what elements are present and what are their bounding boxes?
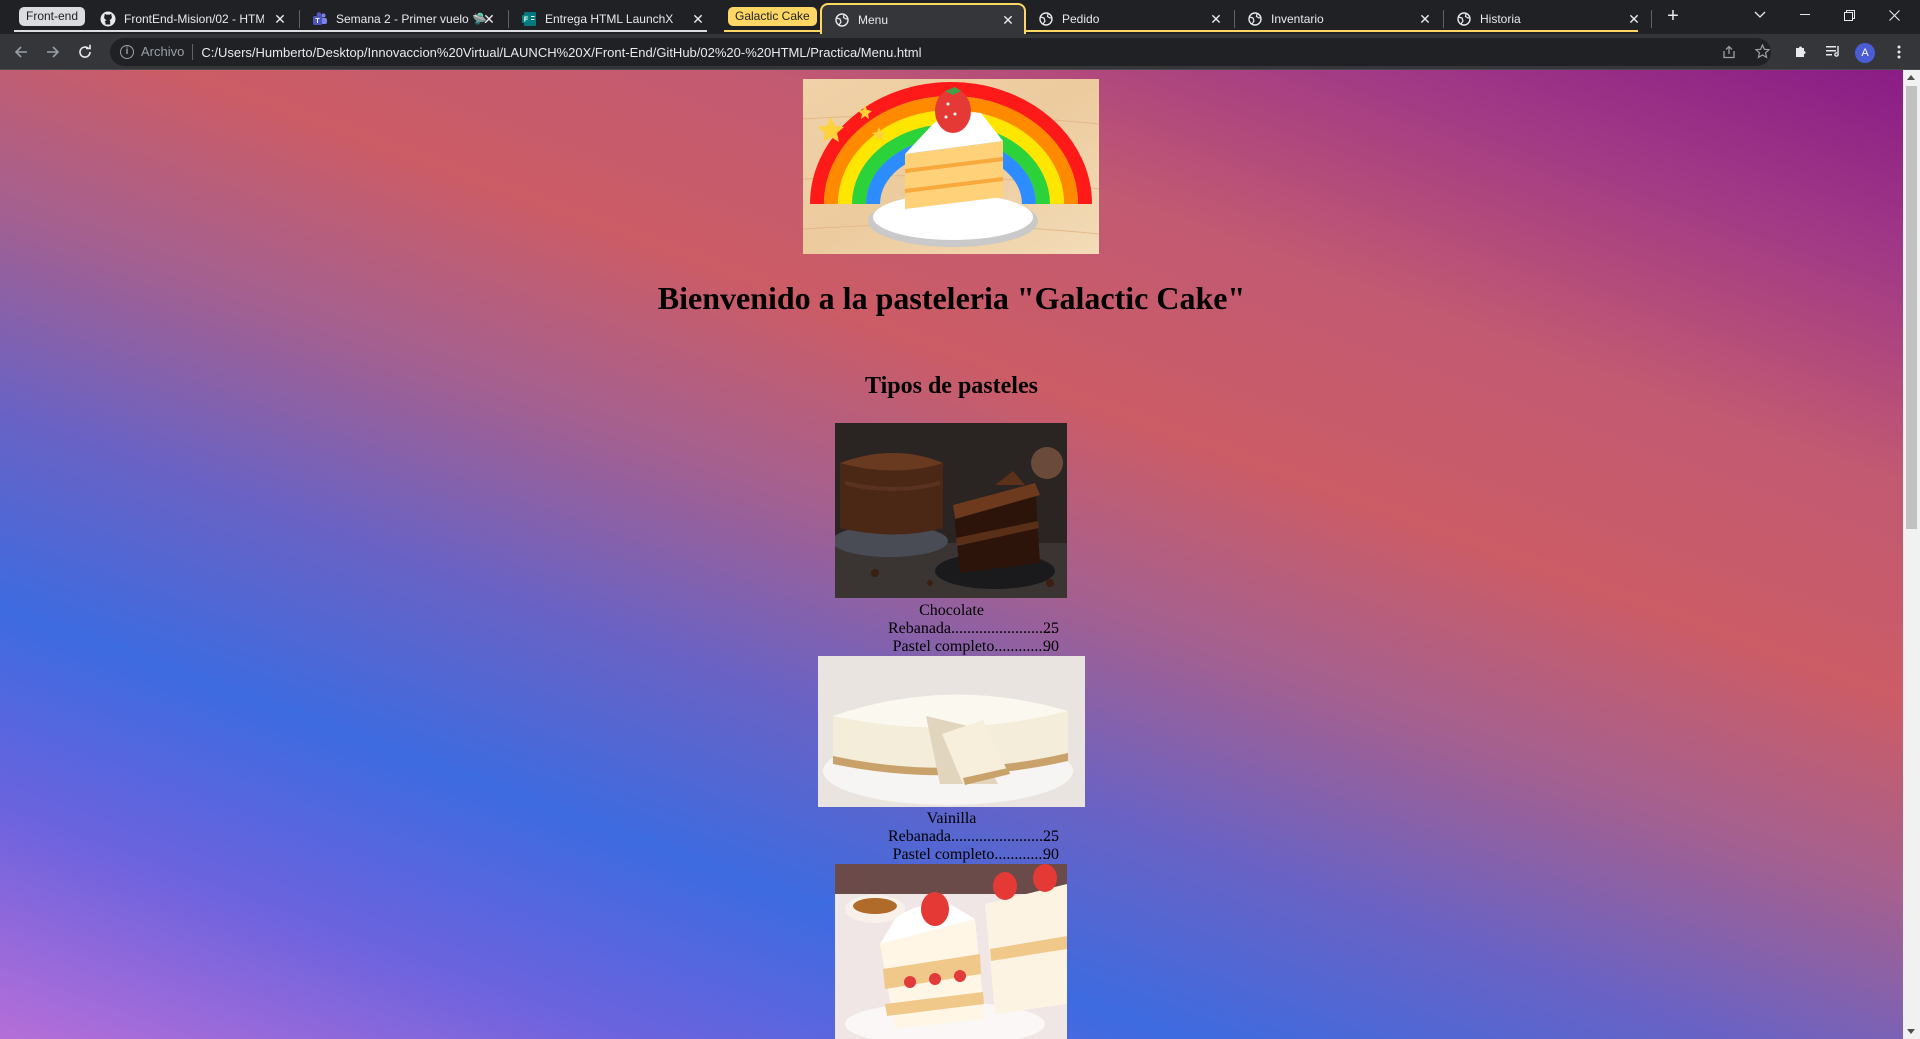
close-icon[interactable]: ✕: [1626, 11, 1642, 27]
price-value: 90: [1043, 846, 1059, 863]
close-icon[interactable]: ✕: [1000, 12, 1016, 28]
svg-text:T: T: [315, 18, 320, 25]
close-icon[interactable]: ✕: [1417, 11, 1433, 27]
price-row-pastel-completo: Pastel completo.............. 90: [884, 638, 1059, 656]
galactic-cake-logo: [802, 79, 1100, 254]
tab-frontend-mision[interactable]: FrontEnd-Mision/02 - HTML ✕: [88, 4, 296, 34]
strawberry-cake-image: [835, 864, 1067, 1039]
share-icon[interactable]: [1716, 39, 1742, 65]
bookmark-star-icon[interactable]: [1749, 39, 1775, 65]
tab-group-front-end[interactable]: Front-end: [19, 7, 86, 26]
teams-icon: T: [312, 11, 328, 27]
restore-icon[interactable]: [1827, 0, 1872, 30]
svg-text:F: F: [524, 17, 529, 24]
tab-title: Inventario: [1271, 12, 1324, 26]
scroll-up-arrow-icon[interactable]: [1907, 75, 1915, 80]
address-bar[interactable]: i Archivo C:/Users/Humberto/Desktop/Inno…: [110, 38, 1771, 66]
close-window-icon[interactable]: [1872, 0, 1917, 30]
reading-list-icon[interactable]: [1820, 39, 1846, 65]
profile-avatar[interactable]: A: [1855, 43, 1875, 63]
site-info-icon[interactable]: i: [120, 45, 134, 59]
globe-icon: [1038, 11, 1054, 27]
scheme-label: Archivo: [141, 44, 194, 60]
cake-name: Chocolate: [919, 602, 984, 619]
tab-historia[interactable]: Historia ✕: [1444, 4, 1650, 34]
vanilla-cake-image: [818, 656, 1085, 807]
price-label: Rebanada: [887, 620, 952, 637]
url-text[interactable]: C:/Users/Humberto/Desktop/Innovaccion%20…: [201, 45, 921, 60]
tab-strip: Front-end FrontEnd-Mision/02 - HTML ✕ T …: [0, 0, 1920, 34]
price-dots: ..........................: [951, 828, 1056, 845]
tab-search-chevron-icon[interactable]: [1737, 0, 1782, 30]
globe-icon: [1247, 11, 1263, 27]
back-arrow-icon[interactable]: [8, 39, 34, 65]
tab-title: Historia: [1480, 12, 1521, 26]
globe-icon: [834, 12, 850, 28]
close-icon[interactable]: ✕: [272, 11, 288, 27]
page-title: Bienvenido a la pasteleria "Galactic Cak…: [657, 280, 1246, 316]
close-icon[interactable]: ✕: [481, 11, 497, 27]
globe-icon: [1456, 11, 1472, 27]
price-value: 25: [1043, 620, 1059, 637]
tab-title: Menu: [858, 12, 889, 27]
price-label: Pastel completo: [892, 846, 995, 863]
close-icon[interactable]: ✕: [690, 11, 706, 27]
extensions-puzzle-icon[interactable]: [1788, 39, 1814, 65]
more-options-icon[interactable]: [1886, 39, 1912, 65]
tab-pedido[interactable]: Pedido ✕: [1026, 4, 1232, 34]
page-viewport: Bienvenido a la pasteleria "Galactic Cak…: [0, 70, 1903, 1039]
close-icon[interactable]: ✕: [1208, 11, 1224, 27]
scroll-down-arrow-icon[interactable]: [1907, 1029, 1915, 1034]
forms-icon: F: [521, 11, 537, 27]
reload-icon[interactable]: [72, 39, 98, 65]
tab-inventario[interactable]: Inventario ✕: [1235, 4, 1441, 34]
new-tab-icon[interactable]: +: [1662, 6, 1684, 28]
price-dots: ..........................: [951, 620, 1056, 637]
tab-title: Entrega HTML LaunchX: [545, 12, 674, 26]
minimize-icon[interactable]: [1782, 0, 1827, 30]
price-label: Pastel completo: [892, 638, 995, 655]
tab-title: Semana 2 - Primer vuelo 🛸: [336, 12, 486, 26]
forward-arrow-icon[interactable]: [40, 39, 66, 65]
price-value: 90: [1043, 638, 1059, 655]
tab-group-galactic-cake[interactable]: Galactic Cake: [728, 7, 817, 26]
price-row-pastel-completo: Pastel completo.............. 90: [884, 846, 1059, 864]
tab-separator: [1651, 10, 1652, 28]
github-icon: [100, 11, 116, 27]
scrollbar-thumb[interactable]: [1906, 86, 1917, 529]
chocolate-cake-image: [832, 423, 1067, 598]
browser-toolbar: i Archivo C:/Users/Humberto/Desktop/Inno…: [0, 34, 1920, 70]
tab-title: Pedido: [1062, 12, 1100, 26]
price-dots: ..............: [994, 638, 1051, 655]
page-scrollbar[interactable]: [1903, 70, 1920, 1039]
price-dots: ..............: [994, 846, 1051, 863]
price-row-rebanada: Rebanada.......................... 25: [884, 828, 1059, 846]
section-heading: Tipos de pasteles: [865, 373, 1038, 399]
price-value: 25: [1043, 828, 1059, 845]
tab-title: FrontEnd-Mision/02 - HTML: [124, 12, 264, 26]
cake-name: Vainilla: [926, 810, 977, 827]
tab-entrega-html[interactable]: F Entrega HTML LaunchX ✕: [509, 4, 714, 34]
price-label: Rebanada: [887, 828, 952, 845]
tab-menu[interactable]: Menu ✕: [820, 3, 1026, 34]
tab-semana-2[interactable]: T Semana 2 - Primer vuelo 🛸 ✕: [300, 4, 505, 34]
price-row-rebanada: Rebanada.......................... 25: [884, 620, 1059, 638]
